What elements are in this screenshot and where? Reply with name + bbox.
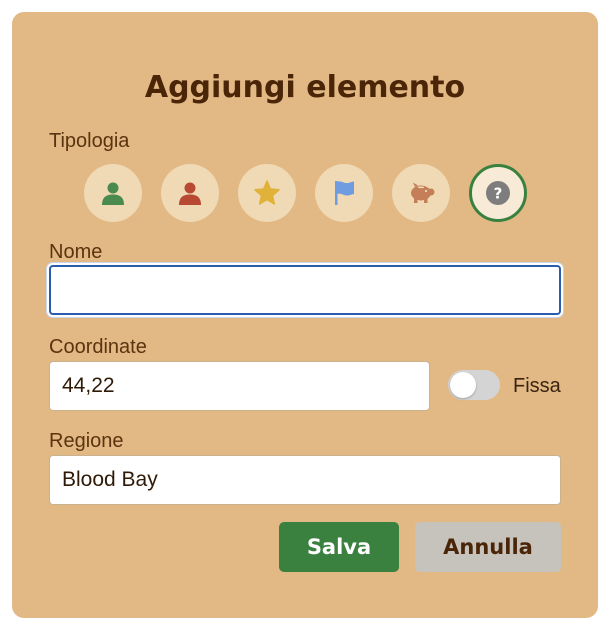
region-label: Regione [49,430,124,452]
svg-text:?: ? [494,185,503,203]
person-green-icon [102,182,124,205]
type-option-piggy-bank[interactable] [392,164,450,222]
name-input[interactable] [49,265,561,315]
fixed-toggle-label: Fissa [513,375,561,397]
question-icon: ? [486,181,510,205]
add-item-dialog: Aggiungi elemento Tipologia ? Nome Coord… [12,12,598,618]
type-option-person-red[interactable] [161,164,219,222]
coordinates-input[interactable] [49,361,430,411]
cancel-button[interactable]: Annulla [415,522,561,572]
person-red-icon [179,182,201,205]
type-option-person-green[interactable] [84,164,142,222]
flag-icon [335,181,354,205]
coordinates-label: Coordinate [49,336,147,358]
type-option-flag[interactable] [315,164,373,222]
type-label: Tipologia [49,130,130,152]
type-option-star[interactable] [238,164,296,222]
name-label: Nome [49,241,103,263]
piggy-bank-icon [411,182,435,203]
save-button[interactable]: Salva [279,522,399,572]
toggle-knob [450,372,476,398]
star-icon [254,180,280,205]
type-option-question[interactable]: ? [469,164,527,222]
dialog-title: Aggiungi elemento [144,70,466,105]
region-input[interactable] [49,455,561,505]
fixed-toggle[interactable] [448,370,500,400]
